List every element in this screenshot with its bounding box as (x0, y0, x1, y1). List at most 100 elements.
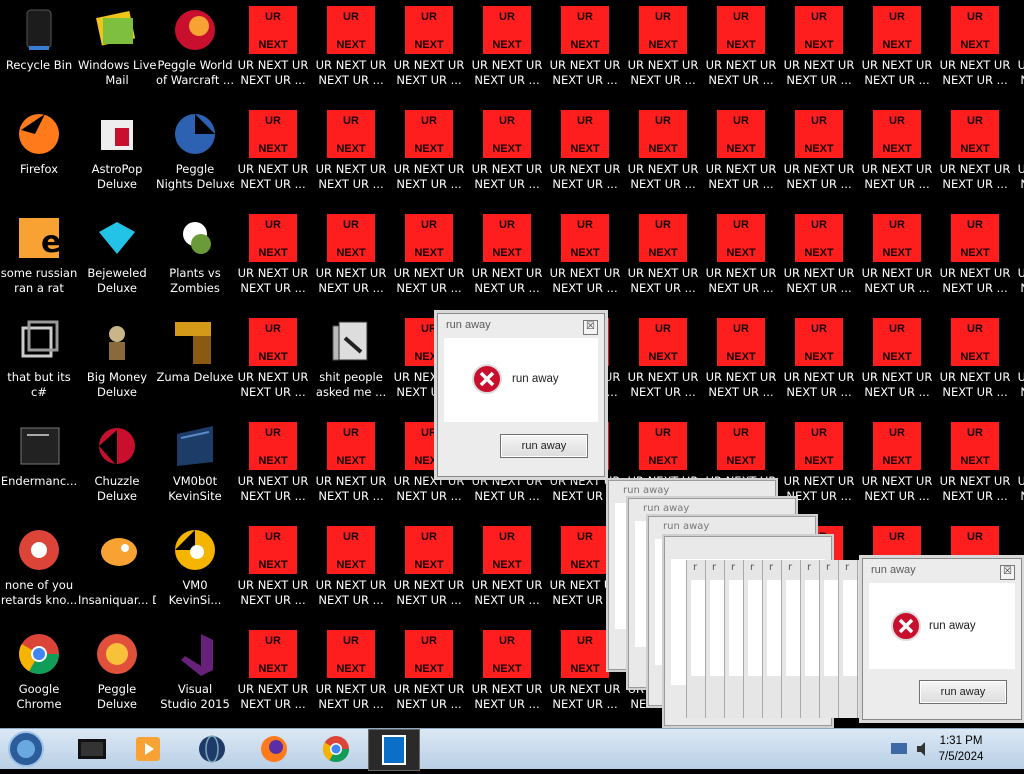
clock[interactable]: 1:31 PM 7/5/2024 (926, 733, 996, 765)
desktop-icon-ur-next[interactable]: URNEXTUR NEXT URNEXT UR ... (546, 0, 624, 104)
desktop-icon-ur-next[interactable]: URNEXTUR NEXT URNEXT UR ... (936, 312, 1014, 416)
desktop-icon-russian-rat[interactable]: e some russian ran a rat (0, 208, 78, 312)
desktop-icon-insaniquarium[interactable]: Insaniquar... Deluxe (78, 520, 156, 624)
app-window-button[interactable] (368, 729, 420, 771)
error-icon (891, 611, 921, 641)
desktop-icon-ur-next[interactable]: URNEXTUR NEXT URNEXT UR ... (780, 312, 858, 416)
desktop-icon-ur-next[interactable]: URNEXTUR NEXT URNEXT UR ... (234, 104, 312, 208)
desktop-icon-ur-next[interactable]: URNEXTUR NEXT URNEXT UR ... (1014, 208, 1024, 312)
desktop-icon-enderman[interactable]: Endermanc... (0, 416, 78, 520)
desktop-icon-ur-next[interactable]: URNEXTUR NEXT URNEXT UR ... (702, 104, 780, 208)
desktop-icon-ur-next[interactable]: URNEXTUR NEXT URNEXT UR ... (858, 208, 936, 312)
desktop-icon-windows-live-mail[interactable]: Windows Live Mail (78, 0, 156, 104)
desktop-icon-ur-next[interactable]: URNEXTUR NEXT URNEXT UR ... (390, 104, 468, 208)
desktop-icon-ur-next[interactable]: URNEXTUR NEXT URNEXT UR ... (780, 208, 858, 312)
desktop-icon-ur-next[interactable]: URNEXTUR NEXT URNEXT UR ... (858, 312, 936, 416)
desktop-icon-ur-next[interactable]: URNEXTUR NEXT URNEXT UR ... (546, 208, 624, 312)
desktop-icon-ur-next[interactable]: URNEXTUR NEXT URNEXT UR ... (1014, 0, 1024, 104)
ur-next-icon: URNEXT (951, 6, 999, 54)
desktop-icon-ur-next[interactable]: URNEXTUR NEXT URNEXT UR ... (234, 0, 312, 104)
run-away-button[interactable]: run away (500, 434, 588, 458)
run-away-dialog[interactable]: run away ☒ run away run away (437, 313, 605, 477)
desktop-icon-ur-next[interactable]: URNEXTUR NEXT URNEXT UR ... (624, 312, 702, 416)
desktop-icon-ur-next[interactable]: URNEXTUR NEXT URNEXT UR ... (390, 520, 468, 624)
desktop-icon-ur-next[interactable]: URNEXTUR NEXT URNEXT UR ... (468, 208, 546, 312)
desktop-icon-peggle[interactable]: Peggle Deluxe (78, 624, 156, 728)
desktop-icon-folder[interactable]: shit people asked me ... (312, 312, 390, 416)
desktop-icon-big-money[interactable]: Big Money Deluxe (78, 312, 156, 416)
desktop-icon-ur-next[interactable]: URNEXTUR NEXT URNEXT UR ... (468, 624, 546, 728)
desktop-icon-ur-next[interactable]: URNEXTUR NEXT URNEXT UR ... (702, 208, 780, 312)
desktop-icon-csharp-shortcut[interactable]: that but its c# (0, 312, 78, 416)
desktop-icon-ur-next[interactable]: URNEXTUR NEXT URNEXT UR ... (390, 208, 468, 312)
media-center-icon[interactable] (72, 733, 112, 765)
desktop-icon-bejeweled[interactable]: Bejeweled Deluxe (78, 208, 156, 312)
desktop-icon-recycle-bin[interactable]: Recycle Bin (0, 0, 78, 104)
desktop-icon-ur-next[interactable]: URNEXTUR NEXT URNEXT UR ... (312, 0, 390, 104)
tray-icon[interactable] (890, 741, 908, 757)
desktop-icon-ur-next[interactable]: URNEXTUR NEXT URNEXT UR ... (312, 520, 390, 624)
desktop-icon-ur-next[interactable]: URNEXTUR NEXT URNEXT UR ... (234, 624, 312, 728)
desktop-icon-chrome-shortcut[interactable]: none of you retards kno... (0, 520, 78, 624)
desktop-icon-visual-studio[interactable]: Visual Studio 2015 (156, 624, 234, 728)
desktop-icon-peggle-wow[interactable]: Peggle World of Warcraft ... (156, 0, 234, 104)
desktop-icon-ur-next[interactable]: URNEXTUR NEXT URNEXT UR ... (312, 416, 390, 520)
desktop-icon-ur-next[interactable]: URNEXTUR NEXT URNEXT UR ... (1014, 104, 1024, 208)
run-away-dialog-front[interactable]: run away ☒ run away run away (862, 558, 1022, 720)
desktop-icon-ur-next[interactable]: URNEXTUR NEXT URNEXT UR ... (234, 312, 312, 416)
desktop-icon-zuma[interactable]: Zuma Deluxe (156, 312, 234, 416)
windows-live-mail-icon (96, 11, 136, 46)
desktop-icon-ur-next[interactable]: URNEXTUR NEXT URNEXT UR ... (936, 0, 1014, 104)
ur-next-icon: URNEXT (561, 630, 609, 678)
icon-label: Windows Live Mail (78, 58, 156, 87)
desktop-icon-vm0-kevinsite[interactable]: VM0 KevinSi... (156, 520, 234, 624)
icon-label: UR NEXT URNEXT UR ... (393, 58, 465, 87)
ur-next-icon: URNEXT (327, 526, 375, 574)
desktop-icon-ur-next[interactable]: URNEXTUR NEXT URNEXT UR ... (702, 0, 780, 104)
media-player-icon[interactable] (128, 733, 168, 765)
desktop-icon-ur-next[interactable]: URNEXTUR NEXT URNEXT UR ... (780, 0, 858, 104)
desktop-icon-vm0b0t[interactable]: VM0b0t KevinSite (156, 416, 234, 520)
desktop-icon-ur-next[interactable]: URNEXTUR NEXT URNEXT UR ... (624, 104, 702, 208)
desktop-icon-ur-next[interactable]: URNEXTUR NEXT URNEXT UR ... (312, 624, 390, 728)
desktop-icon-ur-next[interactable]: URNEXTUR NEXT URNEXT UR ... (234, 520, 312, 624)
desktop-icon-peggle-nights[interactable]: Peggle Nights Deluxe (156, 104, 234, 208)
desktop-icon-ur-next[interactable]: URNEXTUR NEXT URNEXT UR ... (624, 208, 702, 312)
desktop-icon-ur-next[interactable]: URNEXTUR NEXT URNEXT UR ... (858, 104, 936, 208)
globe-icon[interactable] (192, 733, 232, 765)
desktop-icon-ur-next[interactable]: URNEXTUR NEXT URNEXT UR ... (858, 0, 936, 104)
russian-rat-icon: e (19, 218, 61, 260)
icon-label: Bejeweled Deluxe (87, 266, 147, 295)
firefox-icon[interactable] (254, 733, 294, 765)
desktop-icon-ur-next[interactable]: URNEXTUR NEXT URNEXT UR ... (312, 104, 390, 208)
desktop-icon-ur-next[interactable]: URNEXTUR NEXT URNEXT UR ... (936, 416, 1014, 520)
desktop-icon-ur-next[interactable]: URNEXTUR NEXT URNEXT UR ... (546, 104, 624, 208)
desktop-icon-chuzzle[interactable]: Chuzzle Deluxe (78, 416, 156, 520)
desktop-icon-ur-next[interactable]: URNEXTUR NEXT URNEXT UR ... (702, 312, 780, 416)
desktop-icon-astropop[interactable]: AstroPop Deluxe (78, 104, 156, 208)
desktop-icon-plants-vs-zombies[interactable]: Plants vs Zombies (156, 208, 234, 312)
close-button[interactable]: ☒ (1000, 565, 1015, 580)
desktop-icon-ur-next[interactable]: URNEXTUR NEXT URNEXT UR ... (468, 104, 546, 208)
desktop-icon-ur-next[interactable]: URNEXTUR NEXT URNEXT UR ... (390, 624, 468, 728)
chrome-icon[interactable] (316, 733, 356, 765)
desktop-icon-ur-next[interactable]: URNEXTUR NEXT URNEXT UR ... (234, 416, 312, 520)
desktop-icon-ur-next[interactable]: URNEXTUR NEXT URNEXT UR ... (936, 208, 1014, 312)
desktop-icon-ur-next[interactable]: URNEXTUR NEXT URNEXT UR ... (858, 416, 936, 520)
desktop-icon-ur-next[interactable]: URNEXTUR NEXT URNEXT UR ... (624, 0, 702, 104)
run-away-button[interactable]: run away (919, 680, 1007, 704)
close-button[interactable]: ☒ (583, 320, 598, 335)
desktop-icon-ur-next[interactable]: URNEXTUR NEXT URNEXT UR ... (390, 0, 468, 104)
start-orb-icon[interactable] (6, 730, 46, 768)
desktop-icon-ur-next[interactable]: URNEXTUR NEXT URNEXT UR ... (1014, 312, 1024, 416)
desktop-icon-ur-next[interactable]: URNEXTUR NEXT URNEXT UR ... (312, 208, 390, 312)
desktop-icon-ur-next[interactable]: URNEXTUR NEXT URNEXT UR ... (468, 0, 546, 104)
desktop-icon-ur-next[interactable]: URNEXTUR NEXT URNEXT UR ... (234, 208, 312, 312)
desktop-icon-ur-next[interactable]: URNEXTUR NEXT URNEXT UR ... (1014, 416, 1024, 520)
desktop-icon-firefox[interactable]: Firefox (0, 104, 78, 208)
desktop-icon-ur-next[interactable]: URNEXTUR NEXT URNEXT UR ... (780, 104, 858, 208)
desktop-icon-ur-next[interactable]: URNEXTUR NEXT URNEXT UR ... (936, 104, 1014, 208)
desktop-icon-chrome[interactable]: Google Chrome (0, 624, 78, 728)
recycle-bin-icon (26, 9, 52, 50)
desktop-icon-ur-next[interactable]: URNEXTUR NEXT URNEXT UR ... (468, 520, 546, 624)
